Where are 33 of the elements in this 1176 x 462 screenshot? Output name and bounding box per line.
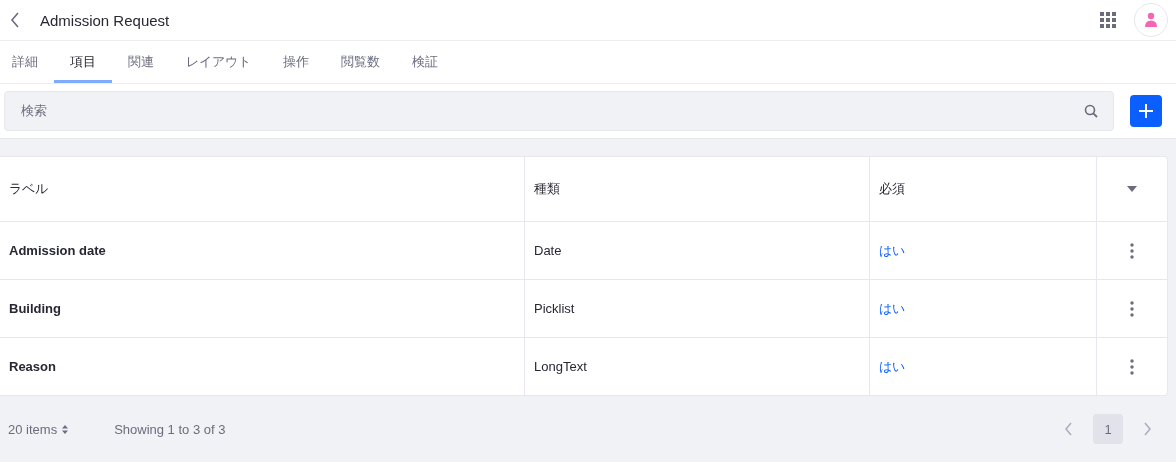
more-options-icon[interactable] (1130, 358, 1134, 375)
page-title: Admission Request (40, 11, 170, 29)
page-size-dropdown[interactable]: 20 items (8, 421, 85, 437)
table-cell: Picklist (534, 301, 575, 316)
table-cell: Building (9, 301, 61, 316)
search-field[interactable]: 検索 (4, 90, 1114, 131)
results-summary: Showing 1 to 3 of 3 (114, 421, 226, 437)
more-options-icon[interactable] (1130, 242, 1134, 259)
add-button[interactable] (1130, 94, 1162, 127)
tab[interactable]: 項目 (54, 41, 112, 83)
table-cell: はい (879, 357, 905, 376)
table-cell: LongText (534, 359, 587, 374)
column-header[interactable]: 種類 (534, 180, 560, 198)
tab[interactable]: レイアウト (170, 41, 267, 83)
more-options-icon[interactable] (1130, 300, 1134, 317)
tab[interactable]: 検証 (396, 41, 454, 83)
table-cell: Reason (9, 359, 56, 374)
table-cell: はい (879, 241, 905, 260)
sort-caret-icon (62, 424, 69, 434)
tab[interactable]: 詳細 (0, 41, 54, 83)
tab[interactable]: 関連 (112, 41, 170, 83)
caret-icon[interactable] (1127, 186, 1137, 192)
plus-icon (1138, 102, 1154, 119)
table-cell: Date (534, 243, 562, 258)
table-cell: はい (879, 299, 905, 318)
page-button[interactable]: 1 (1093, 414, 1123, 444)
search-icon[interactable] (1084, 103, 1098, 118)
tab[interactable]: 操作 (267, 41, 325, 83)
column-header[interactable]: ラベル (9, 180, 48, 198)
apps-grid-icon[interactable] (1100, 12, 1116, 29)
column-header[interactable]: 必須 (879, 180, 905, 198)
table-cell: Admission date (9, 243, 106, 258)
tab[interactable]: 閲覧数 (325, 41, 396, 83)
